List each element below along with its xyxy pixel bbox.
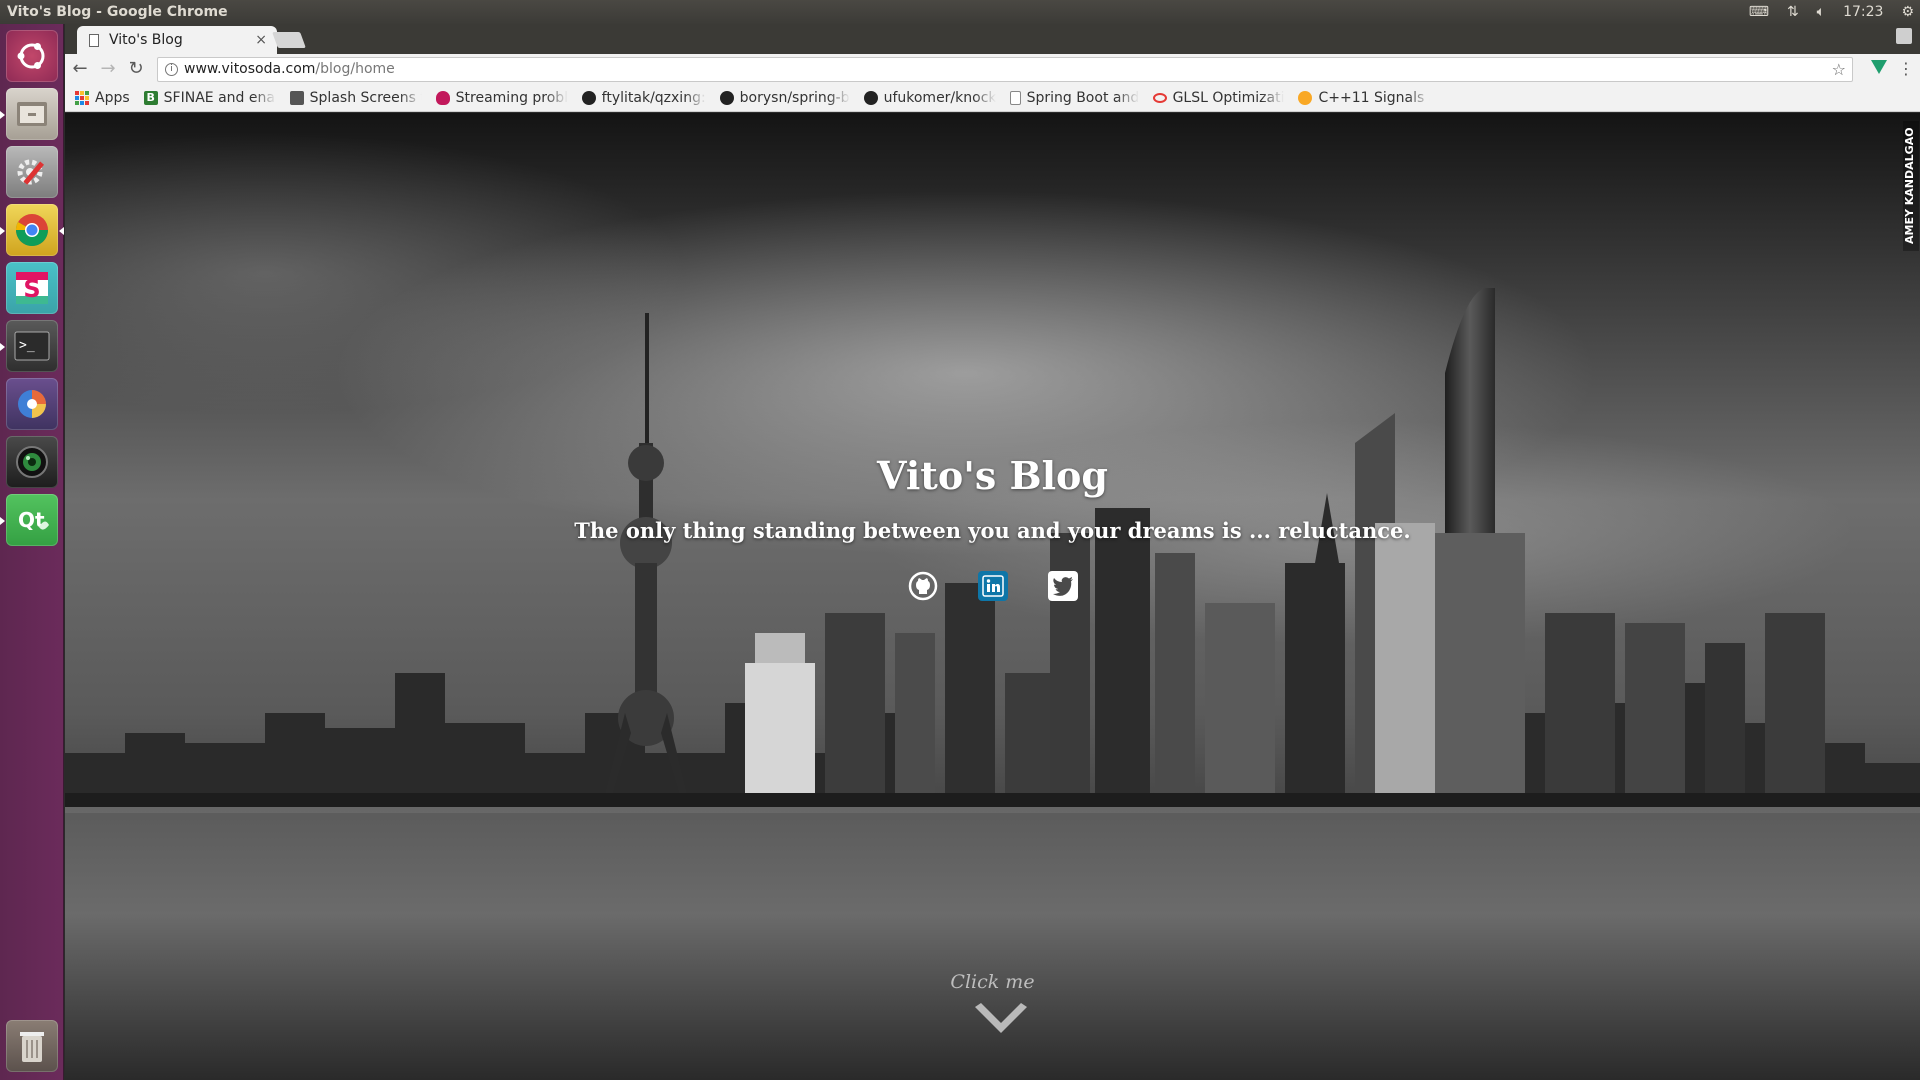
keyboard-icon[interactable]: ⌨ — [1749, 0, 1769, 24]
click-me-label[interactable]: Click me — [65, 971, 1920, 993]
tab-title: Vito's Blog — [109, 32, 183, 48]
tab-strip: Vito's Blog × — [65, 24, 1920, 54]
top-panel: Vito's Blog - Google Chrome ⌨ ⇅ 🔈︎ 17:23… — [0, 0, 1920, 24]
linkedin-link[interactable] — [977, 571, 1008, 601]
running-indicator — [0, 517, 5, 525]
bookmark-label: Apps — [95, 89, 130, 106]
url-path: /blog/home — [315, 61, 395, 77]
bookmark-item[interactable]: Streaming probl — [435, 89, 568, 106]
terminal-icon[interactable]: >_ — [0, 320, 58, 372]
gear-icon[interactable]: ⚙ — [1901, 0, 1914, 24]
github-link[interactable] — [908, 571, 938, 601]
focused-indicator — [59, 227, 64, 235]
bookmark-label: borysn/spring-b — [739, 89, 850, 106]
photographer-watermark: AMEY KANDALGAO — [1903, 121, 1919, 251]
bookmark-label: SFINAE and enab — [163, 89, 276, 106]
webcam-icon[interactable] — [6, 436, 58, 488]
bookmark-label: Streaming probl — [455, 89, 568, 106]
smiley-icon — [1298, 90, 1313, 105]
bookmark-item[interactable]: Spring Boot and — [1009, 89, 1139, 106]
forward-icon[interactable]: → — [97, 58, 119, 80]
window-control-button[interactable] — [1896, 28, 1912, 44]
linkedin-icon — [981, 575, 1004, 597]
bookmark-item[interactable]: borysn/spring-b — [719, 89, 850, 106]
ubuntu-dash-icon[interactable] — [6, 30, 58, 82]
chrome-icon[interactable] — [0, 204, 64, 256]
page-viewport: Vito's Blog The only thing standing betw… — [65, 113, 1920, 1080]
network-icon[interactable]: ⇅ — [1787, 0, 1799, 24]
bookmark-label: ufukomer/knock — [883, 89, 996, 106]
bookmarks-bar: Apps B SFINAE and enab Splash Screens t … — [65, 84, 1920, 112]
running-indicator — [0, 343, 5, 351]
clock[interactable]: 17:23 — [1843, 0, 1883, 24]
bookmark-label: Spring Boot and — [1026, 89, 1139, 106]
vue-devtools-extension-icon[interactable] — [1871, 60, 1887, 74]
slack-icon[interactable]: S — [6, 262, 58, 314]
svg-text:>_: >_ — [19, 338, 35, 353]
new-tab-button[interactable] — [272, 32, 306, 48]
unity-launcher: S >_ Qt — [0, 24, 64, 1080]
tab-vitos-blog[interactable]: Vito's Blog × — [77, 26, 277, 54]
page-icon — [1009, 90, 1021, 105]
toolbar: ← → ↻ i www.vitosoda.com/blog/home ☆ ⋮ — [65, 54, 1920, 84]
volume-muted-icon[interactable]: 🔈︎ — [1817, 0, 1825, 24]
hero-section: Vito's Blog The only thing standing betw… — [65, 113, 1920, 1080]
bookmark-item[interactable]: GLSL Optimizati — [1152, 89, 1285, 106]
github-icon — [908, 571, 937, 601]
github-icon — [581, 90, 596, 105]
page-icon — [89, 34, 99, 47]
bookmark-item[interactable]: ufukomer/knock — [863, 89, 996, 106]
svg-text:S: S — [23, 275, 40, 303]
bookmark-item[interactable]: B SFINAE and enab — [143, 89, 276, 106]
indicators: ⌨ ⇅ 🔈︎ 17:23 ⚙ — [1749, 0, 1914, 24]
bookmark-label: Splash Screens t — [309, 89, 422, 106]
url-host: www.vitosoda.com — [184, 61, 316, 77]
github-icon — [863, 90, 878, 105]
bookmark-star-icon[interactable]: ☆ — [1832, 58, 1846, 81]
bookmark-item[interactable]: ftylitak/qzxing: — [581, 89, 706, 106]
running-indicator — [0, 111, 5, 119]
bookmark-label: ftylitak/qzxing: — [601, 89, 706, 106]
blog-title: Vito's Blog — [877, 453, 1108, 498]
bookmark-item[interactable]: Splash Screens t — [289, 89, 422, 106]
github-icon — [719, 90, 734, 105]
twitter-link[interactable] — [1047, 571, 1078, 601]
social-links — [65, 571, 1920, 601]
back-icon[interactable]: ← — [69, 58, 91, 80]
running-indicator — [0, 227, 5, 235]
bookmark-item[interactable]: C++11 Signals ar — [1298, 90, 1430, 106]
glsl-icon — [1152, 92, 1167, 103]
chrome-menu-icon[interactable]: ⋮ — [1898, 58, 1914, 80]
settings-icon[interactable] — [6, 146, 58, 198]
qt-creator-icon[interactable]: Qt — [0, 494, 58, 546]
files-icon[interactable] — [0, 88, 58, 140]
image-icon — [289, 90, 304, 105]
apps-grid-icon — [75, 90, 89, 105]
reload-icon[interactable]: ↻ — [125, 58, 147, 80]
bookmark-label: C++11 Signals ar — [1318, 89, 1430, 106]
blender-icon[interactable] — [6, 378, 58, 430]
info-icon[interactable]: i — [165, 63, 178, 76]
bookmark-label: GLSL Optimizati — [1172, 89, 1285, 106]
raspberry-icon — [435, 90, 450, 105]
bookmark-b-icon: B — [143, 90, 158, 105]
blog-tagline: The only thing standing between you and … — [574, 518, 1411, 543]
chevron-down-icon[interactable] — [971, 1001, 1031, 1041]
trash-icon[interactable] — [6, 1020, 58, 1072]
chrome-window: Vito's Blog × ← → ↻ i www.vitosoda.com/b… — [65, 24, 1920, 1080]
address-bar[interactable]: i www.vitosoda.com/blog/home ☆ — [157, 57, 1853, 82]
twitter-icon — [1052, 577, 1073, 596]
close-icon[interactable]: × — [255, 26, 267, 54]
window-title: Vito's Blog - Google Chrome — [7, 4, 228, 20]
bookmark-apps[interactable]: Apps — [75, 90, 130, 106]
